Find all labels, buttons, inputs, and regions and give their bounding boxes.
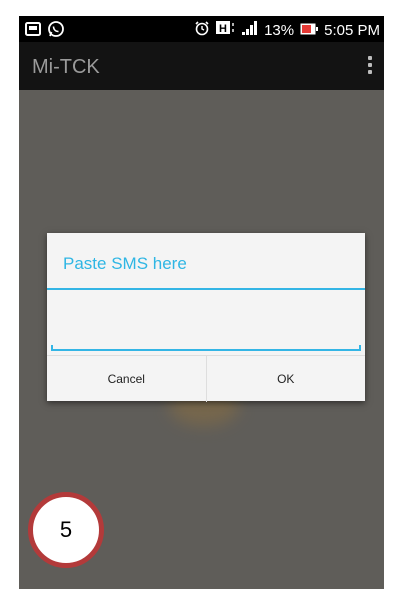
input-underline [51, 345, 361, 351]
title-divider [47, 288, 365, 290]
signal-bars-icon [242, 21, 258, 39]
ok-button[interactable]: OK [205, 356, 366, 402]
cancel-button[interactable]: Cancel [47, 356, 206, 402]
h-signal-icon: H [216, 20, 236, 40]
app-title: Mi-TCK [32, 56, 100, 78]
clock-time: 5:05 PM [324, 21, 380, 39]
status-bar: H 13% 5:05 PM [19, 16, 384, 42]
battery-percent: 13% [264, 21, 295, 39]
alarm-icon [194, 20, 210, 40]
paste-sms-dialog: Paste SMS here Cancel OK [47, 233, 365, 402]
status-bar-right: H 13% 5:05 PM [194, 20, 380, 40]
dialog-button-bar: Cancel OK [47, 355, 365, 402]
battery-icon [300, 22, 319, 39]
svg-text:H: H [219, 23, 227, 35]
action-bar: Mi-TCK [19, 42, 384, 90]
sms-input[interactable] [51, 291, 365, 353]
whatsapp-icon [47, 20, 65, 42]
step-number-badge: 5 [28, 492, 104, 568]
gallery-icon [25, 22, 41, 40]
dialog-title: Paste SMS here [63, 254, 187, 273]
overflow-menu-icon[interactable] [368, 56, 372, 74]
status-bar-left [25, 20, 65, 42]
